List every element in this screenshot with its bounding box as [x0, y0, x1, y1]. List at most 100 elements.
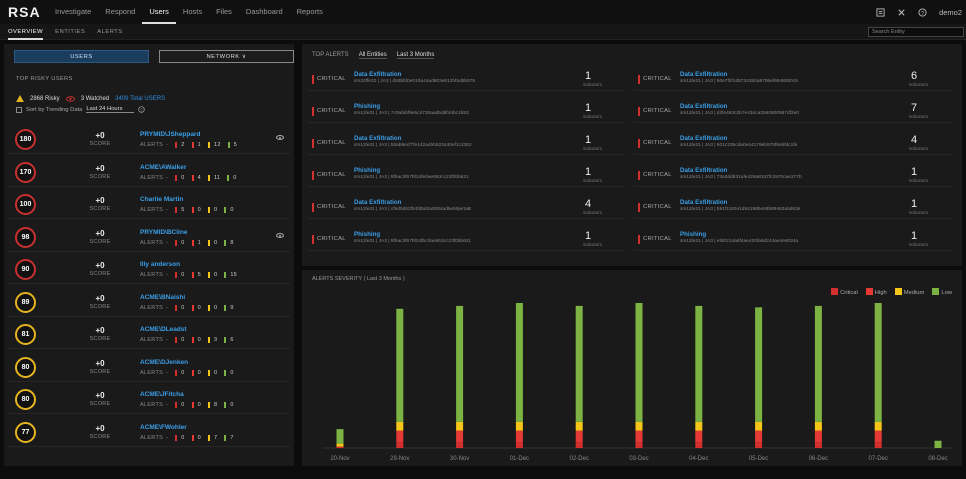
nav-dashboard[interactable]: Dashboard — [239, 0, 290, 24]
bar-medium-01-Dec[interactable] — [515, 421, 523, 431]
alert-count[interactable]: 0 — [214, 272, 217, 278]
network-dropdown[interactable]: NETWORK ∨ — [159, 50, 294, 63]
alert-card[interactable]: CRITICAL Phishing sm11fe31 | JA3 | 7c0afab… — [308, 99, 626, 123]
alert-count[interactable]: 5 — [181, 207, 184, 213]
alert-count[interactable]: 0 — [198, 370, 201, 376]
bar-critical-05-Dec[interactable] — [755, 442, 763, 448]
user-row[interactable]: 100 +0 SCORE Charlie Martin ALERTS - 5 0 0 0 — [8, 187, 290, 219]
user-name-link[interactable]: ACME\DJenken — [140, 359, 188, 366]
bar-high-06-Dec[interactable] — [814, 430, 822, 443]
bar-medium-04-Dec[interactable] — [695, 421, 703, 431]
nav-files[interactable]: Files — [209, 0, 239, 24]
risky-count[interactable]: 2868 Risky — [30, 96, 60, 102]
alert-count[interactable]: 0 — [198, 402, 201, 408]
entity-filter-dropdown[interactable]: All Entities — [358, 52, 387, 59]
alert-count[interactable]: 0 — [230, 207, 233, 213]
alert-count[interactable]: 0 — [233, 175, 236, 181]
tab-alerts[interactable]: ALERTS — [97, 24, 122, 40]
alert-count[interactable]: 0 — [198, 305, 201, 311]
alert-count[interactable]: 0 — [198, 337, 201, 343]
alert-count[interactable]: 0 — [214, 305, 217, 311]
bar-critical-03-Dec[interactable] — [635, 442, 643, 448]
bar-low-04-Dec[interactable] — [695, 305, 703, 422]
user-name-link[interactable]: ACME\AWalker — [140, 164, 186, 171]
alert-count[interactable]: 4 — [198, 175, 201, 181]
bar-high-30-Nov[interactable] — [456, 430, 464, 443]
alert-count[interactable]: 0 — [181, 370, 184, 376]
alert-card[interactable]: CRITICAL Data Exfiltration sm11fe31 | JA3 … — [634, 67, 952, 91]
range-dropdown[interactable]: Last 3 Months — [396, 52, 435, 59]
alert-count[interactable]: 6 — [230, 337, 233, 343]
alert-title-link[interactable]: Phishing — [354, 231, 380, 238]
search-entity-input[interactable]: Search Entity — [868, 27, 964, 37]
alert-card[interactable]: CRITICAL Data Exfiltration sm11fe31 | JA3 … — [634, 131, 952, 155]
alert-title-link[interactable]: Phishing — [680, 231, 706, 238]
nav-investigate[interactable]: Investigate — [48, 0, 98, 24]
total-users[interactable]: 3409 Total USERS — [115, 96, 165, 102]
alert-title-link[interactable]: Data Exfiltration — [354, 71, 401, 78]
user-row[interactable]: 81 +0 SCORE ACME\DLeadst ALERTS - 0 0 3 6 — [8, 317, 290, 349]
alert-count[interactable]: 7 — [214, 435, 217, 441]
bar-medium-06-Dec[interactable] — [814, 421, 822, 431]
sort-checkbox[interactable] — [16, 106, 22, 113]
bar-high-07-Dec[interactable] — [874, 430, 882, 443]
user-row[interactable]: 80 +0 SCORE ACME\DJenken ALERTS - 0 0 0 0 — [8, 350, 290, 382]
alert-count[interactable]: 1 — [198, 142, 201, 148]
alert-count[interactable]: 2 — [181, 142, 184, 148]
info-icon[interactable]: ? — [138, 106, 146, 113]
alert-count[interactable]: 0 — [181, 240, 184, 246]
alert-title-link[interactable]: Phishing — [354, 103, 380, 110]
help-icon[interactable]: ? — [918, 7, 927, 17]
alert-card[interactable]: CRITICAL Phishing sm11fe31 | JA3 | 9fbac3f… — [308, 227, 626, 251]
alert-card[interactable]: CRITICAL Data Exfiltration sm11fe31 | JA3 … — [308, 195, 626, 219]
bar-medium-07-Dec[interactable] — [874, 421, 882, 431]
bar-low-08-Dec[interactable] — [934, 440, 942, 448]
bar-low-05-Dec[interactable] — [755, 307, 763, 422]
user-name-link[interactable]: Illy anderson — [140, 261, 180, 268]
nav-hosts[interactable]: Hosts — [176, 0, 209, 24]
bar-critical-07-Dec[interactable] — [874, 442, 882, 448]
alert-title-link[interactable]: Data Exfiltration — [680, 103, 727, 110]
bar-low-03-Dec[interactable] — [635, 303, 643, 422]
user-name-link[interactable]: PRYMID\BCline — [140, 229, 187, 236]
bar-low-30-Nov[interactable] — [456, 305, 464, 422]
alert-count[interactable]: 0 — [198, 207, 201, 213]
bar-medium-29-Nov[interactable] — [396, 421, 404, 431]
rsa-logo[interactable]: RSA — [8, 4, 48, 20]
alert-count[interactable]: 5 — [234, 142, 237, 148]
alert-count[interactable]: 0 — [181, 402, 184, 408]
bar-critical-29-Nov[interactable] — [396, 442, 404, 448]
alert-count[interactable]: 0 — [214, 207, 217, 213]
alert-card[interactable]: CRITICAL Phishing sm11fe31 | JA3 | efd0214… — [634, 227, 952, 251]
bar-high-02-Dec[interactable] — [575, 430, 583, 443]
user-row[interactable]: 80 +0 SCORE ACME\JFitcha ALERTS -0 0 8 0 — [8, 382, 290, 414]
alert-card[interactable]: CRITICAL Data Exfiltration sm22ffe22 | JA3… — [308, 67, 626, 91]
alert-count[interactable]: 15 — [230, 272, 237, 278]
alert-count[interactable]: 11 — [214, 175, 220, 181]
alert-count[interactable]: 1 — [198, 240, 201, 246]
alert-title-link[interactable]: Data Exfiltration — [680, 135, 727, 142]
nav-respond[interactable]: Respond — [98, 0, 142, 24]
bar-high-04-Dec[interactable] — [695, 430, 703, 443]
watch-eye-icon[interactable] — [276, 135, 284, 140]
alert-count[interactable]: 0 — [181, 175, 184, 181]
alert-title-link[interactable]: Data Exfiltration — [354, 199, 401, 206]
tab-entities[interactable]: ENTITIES — [55, 24, 85, 40]
bar-medium-20-Nov[interactable] — [336, 443, 344, 447]
bar-medium-03-Dec[interactable] — [635, 421, 643, 431]
tools-icon[interactable] — [897, 8, 906, 17]
alert-title-link[interactable]: Data Exfiltration — [354, 135, 401, 142]
user-name-link[interactable]: ACME\JFitcha — [140, 391, 184, 398]
alert-title-link[interactable]: Data Exfiltration — [680, 167, 727, 174]
bar-critical-02-Dec[interactable] — [575, 442, 583, 448]
user-row[interactable]: 89 +0 SCORE ACME\BNaishi ALERTS - 0 0 0 9 — [8, 285, 290, 317]
alert-title-link[interactable]: Data Exfiltration — [680, 199, 727, 206]
notes-icon[interactable] — [876, 7, 885, 17]
bar-high-29-Nov[interactable] — [396, 430, 404, 443]
user-name-link[interactable]: Charlie Martin — [140, 196, 183, 203]
nav-users[interactable]: Users — [142, 0, 176, 24]
bar-high-03-Dec[interactable] — [635, 430, 643, 443]
alert-count[interactable]: 0 — [198, 435, 201, 441]
alert-count[interactable]: 5 — [198, 272, 201, 278]
alert-count[interactable]: 12 — [214, 142, 221, 148]
